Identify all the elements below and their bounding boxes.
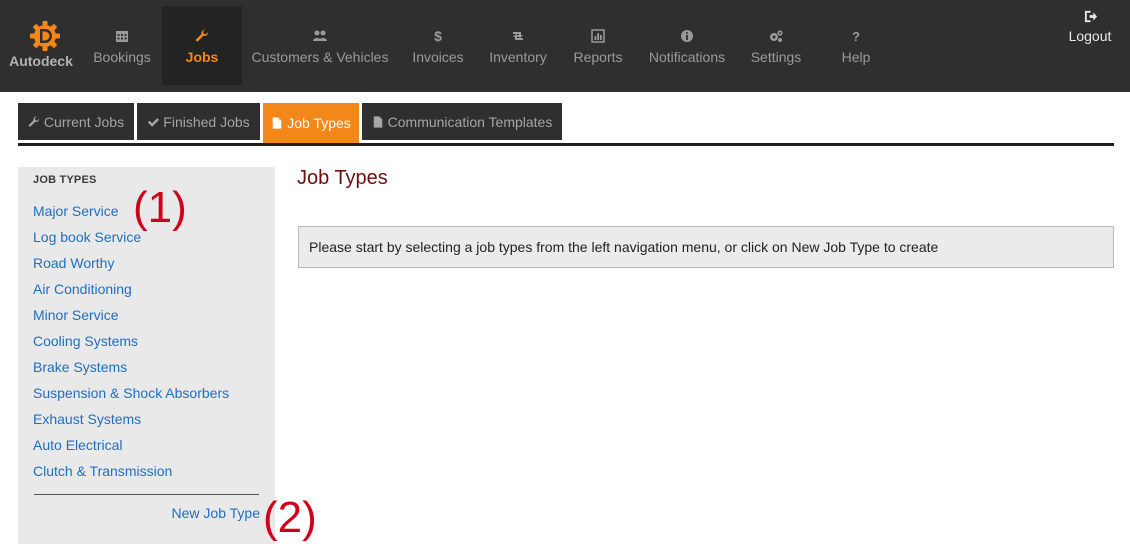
annotation-marker-1: (1) (133, 183, 187, 232)
users-icon (313, 30, 327, 41)
sidebar-item-cooling-systems[interactable]: Cooling Systems (33, 328, 263, 354)
nav-item-customers-vehicles[interactable]: Customers & Vehicles (242, 6, 398, 85)
gear-d-logo-icon (30, 21, 60, 51)
file-icon (373, 115, 382, 128)
page-title: Job Types (297, 167, 388, 189)
file-icon (272, 117, 282, 129)
new-job-type-link[interactable]: New Job Type (172, 505, 260, 521)
dollar-icon: $ (434, 28, 442, 44)
nav-item-inventory[interactable]: Inventory (478, 6, 558, 85)
tab-finished-jobs[interactable]: Finished Jobs (137, 103, 260, 140)
nav-item-settings[interactable]: Settings (736, 6, 816, 85)
nav-label: Reports (573, 49, 623, 65)
sidebar-item-suspension-shock-absorbers[interactable]: Suspension & Shock Absorbers (33, 380, 263, 406)
chart-icon (591, 29, 605, 43)
nav-label: Customers & Vehicles (251, 49, 389, 65)
nav-label: Settings (750, 49, 802, 65)
nav-item-notifications[interactable]: Notifications (638, 6, 736, 85)
wrench-icon (195, 29, 208, 42)
check-icon (148, 117, 160, 127)
top-navigation-bar: Autodeck Bookings Jobs Customers & Vehic… (0, 0, 1130, 92)
sidebar-heading: JOB TYPES (33, 174, 97, 186)
calendar-icon (116, 31, 128, 42)
nav-item-reports[interactable]: Reports (558, 6, 638, 85)
wrench-icon (28, 116, 40, 127)
tab-job-types[interactable]: Job Types (263, 103, 359, 143)
tab-label: Current Jobs (43, 113, 125, 130)
tab-label: Job Types (287, 115, 351, 131)
nav-label: Invoices (412, 49, 464, 65)
sidebar-item-clutch-transmission[interactable]: Clutch & Transmission (33, 458, 263, 484)
annotation-marker-2: (2) (263, 493, 317, 542)
question-icon: ? (852, 28, 860, 44)
nav-item-jobs[interactable]: Jobs (162, 6, 242, 85)
sidebar-item-exhaust-systems[interactable]: Exhaust Systems (33, 406, 263, 432)
tab-label: Communication Templates (387, 113, 553, 130)
sidebar-item-minor-service[interactable]: Minor Service (33, 302, 263, 328)
tab-current-jobs[interactable]: Current Jobs (18, 103, 134, 140)
logout-button[interactable]: Logout (1060, 8, 1120, 44)
sidebar-item-auto-electrical[interactable]: Auto Electrical (33, 432, 263, 458)
tab-communication-templates[interactable]: Communication Templates (362, 103, 562, 140)
sidebar-item-air-conditioning[interactable]: Air Conditioning (33, 276, 263, 302)
brand-name: Autodeck (9, 53, 73, 69)
logout-label: Logout (1068, 28, 1112, 44)
nav-label: Help (841, 49, 871, 65)
sidebar-item-brake-systems[interactable]: Brake Systems (33, 354, 263, 380)
nav-item-help[interactable]: ? Help (816, 6, 896, 85)
nav-label: Inventory (489, 49, 547, 65)
nav-label: Notifications (648, 49, 726, 65)
nav-label: Jobs (185, 49, 219, 65)
sign-out-icon (1084, 10, 1097, 22)
job-types-list: Major Service Log book Service Road Wort… (33, 198, 263, 484)
info-icon (681, 30, 693, 42)
sidebar-item-road-worthy[interactable]: Road Worthy (33, 250, 263, 276)
brand[interactable]: Autodeck (0, 0, 82, 92)
sidebar-divider (34, 494, 259, 495)
nav-item-invoices[interactable]: $ Invoices (398, 6, 478, 85)
tab-label: Finished Jobs (163, 113, 250, 130)
retweet-icon (513, 32, 523, 40)
nav-label: Bookings (93, 49, 151, 65)
nav-item-bookings[interactable]: Bookings (82, 6, 162, 85)
gears-icon (770, 30, 783, 42)
tabs-divider (18, 143, 1114, 146)
info-message: Please start by selecting a job types fr… (298, 226, 1114, 268)
